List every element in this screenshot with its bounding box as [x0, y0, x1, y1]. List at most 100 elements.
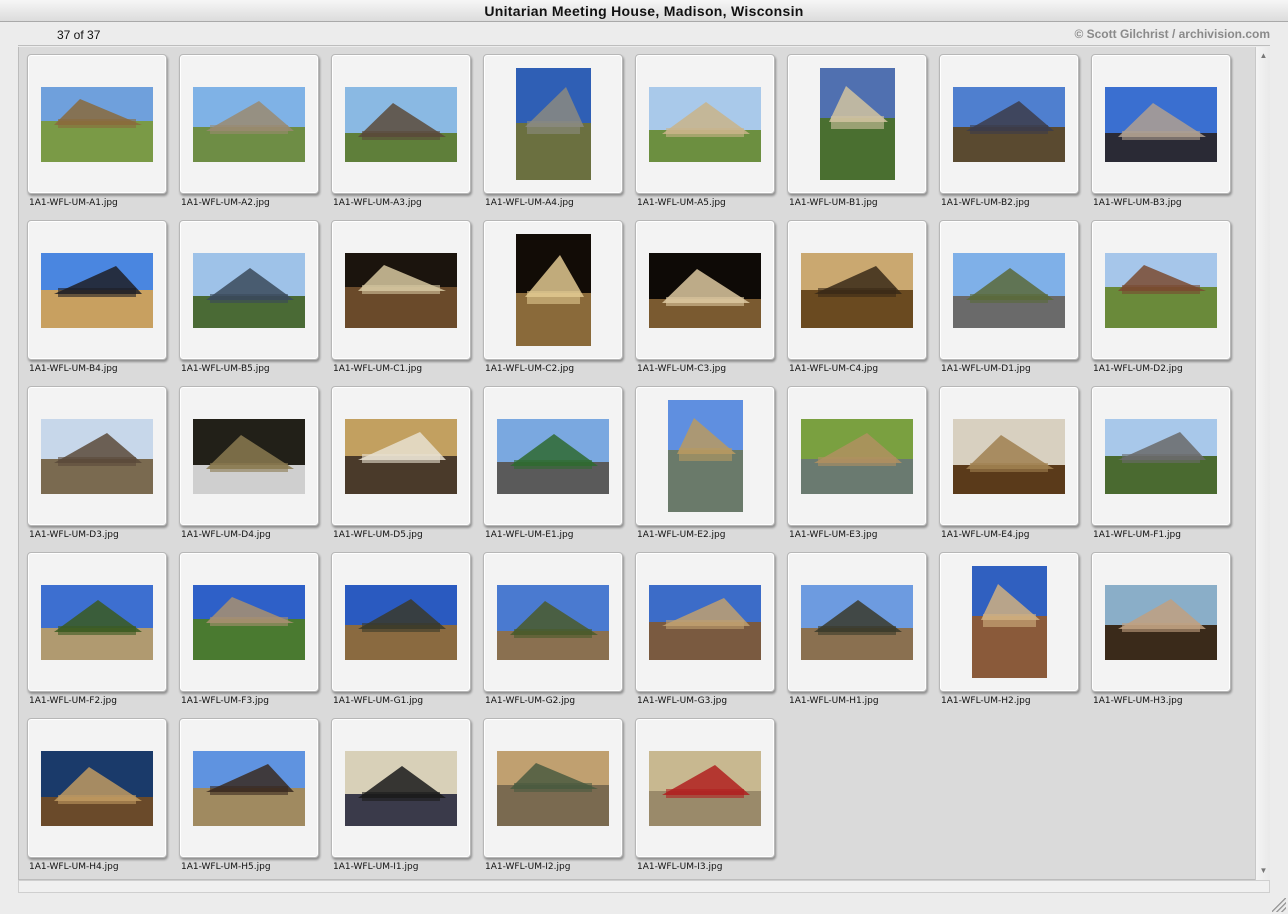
thumbnail-item[interactable]: 1A1-WFL-UM-I3.jpg: [629, 712, 781, 878]
slide-mount[interactable]: [939, 220, 1079, 360]
thumbnail-image[interactable]: [953, 419, 1065, 494]
slide-mount[interactable]: [27, 386, 167, 526]
slide-mount[interactable]: [939, 54, 1079, 194]
thumbnail-item[interactable]: 1A1-WFL-UM-A3.jpg: [325, 48, 477, 214]
thumbnail-item[interactable]: 1A1-WFL-UM-D2.jpg: [1085, 214, 1237, 380]
thumbnail-image[interactable]: [497, 585, 609, 660]
thumbnail-image[interactable]: [345, 253, 457, 328]
slide-mount[interactable]: [939, 552, 1079, 692]
thumbnail-item[interactable]: 1A1-WFL-UM-F1.jpg: [1085, 380, 1237, 546]
thumbnail-item[interactable]: 1A1-WFL-UM-D5.jpg: [325, 380, 477, 546]
slide-mount[interactable]: [1091, 54, 1231, 194]
thumbnail-image[interactable]: [41, 751, 153, 826]
slide-mount[interactable]: [635, 552, 775, 692]
slide-mount[interactable]: [635, 220, 775, 360]
thumbnail-item[interactable]: 1A1-WFL-UM-H3.jpg: [1085, 546, 1237, 712]
thumbnail-item[interactable]: 1A1-WFL-UM-I2.jpg: [477, 712, 629, 878]
slide-mount[interactable]: [179, 386, 319, 526]
horizontal-scrollbar[interactable]: [18, 880, 1270, 893]
slide-mount[interactable]: [27, 220, 167, 360]
slide-mount[interactable]: [787, 552, 927, 692]
thumbnail-item[interactable]: 1A1-WFL-UM-F3.jpg: [173, 546, 325, 712]
thumbnail-image[interactable]: [193, 419, 305, 494]
thumbnail-image[interactable]: [41, 585, 153, 660]
thumbnail-item[interactable]: 1A1-WFL-UM-G2.jpg: [477, 546, 629, 712]
vertical-scrollbar[interactable]: ▲ ▼: [1255, 47, 1270, 880]
scroll-down-arrow-icon[interactable]: ▼: [1256, 864, 1271, 878]
thumbnail-image[interactable]: [649, 253, 761, 328]
thumbnail-item[interactable]: 1A1-WFL-UM-H1.jpg: [781, 546, 933, 712]
thumbnail-item[interactable]: 1A1-WFL-UM-E4.jpg: [933, 380, 1085, 546]
slide-mount[interactable]: [27, 54, 167, 194]
thumbnail-image[interactable]: [801, 419, 913, 494]
slide-mount[interactable]: [483, 718, 623, 858]
thumbnail-item[interactable]: 1A1-WFL-UM-B1.jpg: [781, 48, 933, 214]
thumbnail-image[interactable]: [1105, 419, 1217, 494]
thumbnail-image[interactable]: [345, 585, 457, 660]
thumbnail-item[interactable]: 1A1-WFL-UM-G1.jpg: [325, 546, 477, 712]
thumbnail-image[interactable]: [345, 751, 457, 826]
thumbnail-image[interactable]: [516, 68, 591, 180]
thumbnail-image[interactable]: [41, 253, 153, 328]
thumbnail-item[interactable]: 1A1-WFL-UM-B5.jpg: [173, 214, 325, 380]
thumbnail-image[interactable]: [1105, 585, 1217, 660]
thumbnail-item[interactable]: 1A1-WFL-UM-G3.jpg: [629, 546, 781, 712]
slide-mount[interactable]: [483, 54, 623, 194]
thumbnail-image[interactable]: [801, 585, 913, 660]
slide-mount[interactable]: [27, 552, 167, 692]
thumbnail-image[interactable]: [41, 419, 153, 494]
thumbnail-item[interactable]: 1A1-WFL-UM-D3.jpg: [21, 380, 173, 546]
scroll-up-arrow-icon[interactable]: ▲: [1256, 49, 1271, 63]
thumbnail-item[interactable]: 1A1-WFL-UM-B4.jpg: [21, 214, 173, 380]
slide-mount[interactable]: [1091, 220, 1231, 360]
slide-mount[interactable]: [179, 54, 319, 194]
slide-mount[interactable]: [179, 552, 319, 692]
thumbnail-item[interactable]: 1A1-WFL-UM-E2.jpg: [629, 380, 781, 546]
thumbnail-image[interactable]: [649, 585, 761, 660]
slide-mount[interactable]: [787, 220, 927, 360]
resize-grip-icon[interactable]: [1272, 898, 1286, 912]
thumbnail-image[interactable]: [972, 566, 1047, 678]
thumbnail-item[interactable]: 1A1-WFL-UM-E3.jpg: [781, 380, 933, 546]
slide-mount[interactable]: [635, 386, 775, 526]
slide-mount[interactable]: [483, 552, 623, 692]
thumbnail-item[interactable]: 1A1-WFL-UM-F2.jpg: [21, 546, 173, 712]
slide-mount[interactable]: [179, 718, 319, 858]
thumbnail-image[interactable]: [516, 234, 591, 346]
thumbnail-item[interactable]: 1A1-WFL-UM-D4.jpg: [173, 380, 325, 546]
slide-mount[interactable]: [331, 220, 471, 360]
slide-mount[interactable]: [27, 718, 167, 858]
slide-mount[interactable]: [483, 386, 623, 526]
thumbnail-image[interactable]: [820, 68, 895, 180]
thumbnail-item[interactable]: 1A1-WFL-UM-A2.jpg: [173, 48, 325, 214]
thumbnail-item[interactable]: 1A1-WFL-UM-A4.jpg: [477, 48, 629, 214]
thumbnail-image[interactable]: [649, 751, 761, 826]
slide-mount[interactable]: [939, 386, 1079, 526]
thumbnail-image[interactable]: [345, 87, 457, 162]
thumbnail-item[interactable]: 1A1-WFL-UM-H2.jpg: [933, 546, 1085, 712]
thumbnail-image[interactable]: [649, 87, 761, 162]
slide-mount[interactable]: [787, 54, 927, 194]
slide-mount[interactable]: [483, 220, 623, 360]
thumbnail-item[interactable]: 1A1-WFL-UM-C1.jpg: [325, 214, 477, 380]
thumbnail-image[interactable]: [1105, 253, 1217, 328]
slide-mount[interactable]: [331, 386, 471, 526]
thumbnail-image[interactable]: [41, 87, 153, 162]
thumbnail-image[interactable]: [193, 87, 305, 162]
slide-mount[interactable]: [331, 54, 471, 194]
thumbnail-item[interactable]: 1A1-WFL-UM-B3.jpg: [1085, 48, 1237, 214]
thumbnail-image[interactable]: [193, 751, 305, 826]
thumbnail-item[interactable]: 1A1-WFL-UM-A5.jpg: [629, 48, 781, 214]
slide-mount[interactable]: [331, 718, 471, 858]
slide-mount[interactable]: [635, 718, 775, 858]
thumbnail-image[interactable]: [345, 419, 457, 494]
slide-mount[interactable]: [787, 386, 927, 526]
thumbnail-item[interactable]: 1A1-WFL-UM-H4.jpg: [21, 712, 173, 878]
thumbnail-item[interactable]: 1A1-WFL-UM-C2.jpg: [477, 214, 629, 380]
thumbnail-item[interactable]: 1A1-WFL-UM-I1.jpg: [325, 712, 477, 878]
thumbnail-image[interactable]: [193, 585, 305, 660]
slide-mount[interactable]: [635, 54, 775, 194]
thumbnail-item[interactable]: 1A1-WFL-UM-B2.jpg: [933, 48, 1085, 214]
thumbnail-item[interactable]: 1A1-WFL-UM-C4.jpg: [781, 214, 933, 380]
slide-mount[interactable]: [331, 552, 471, 692]
